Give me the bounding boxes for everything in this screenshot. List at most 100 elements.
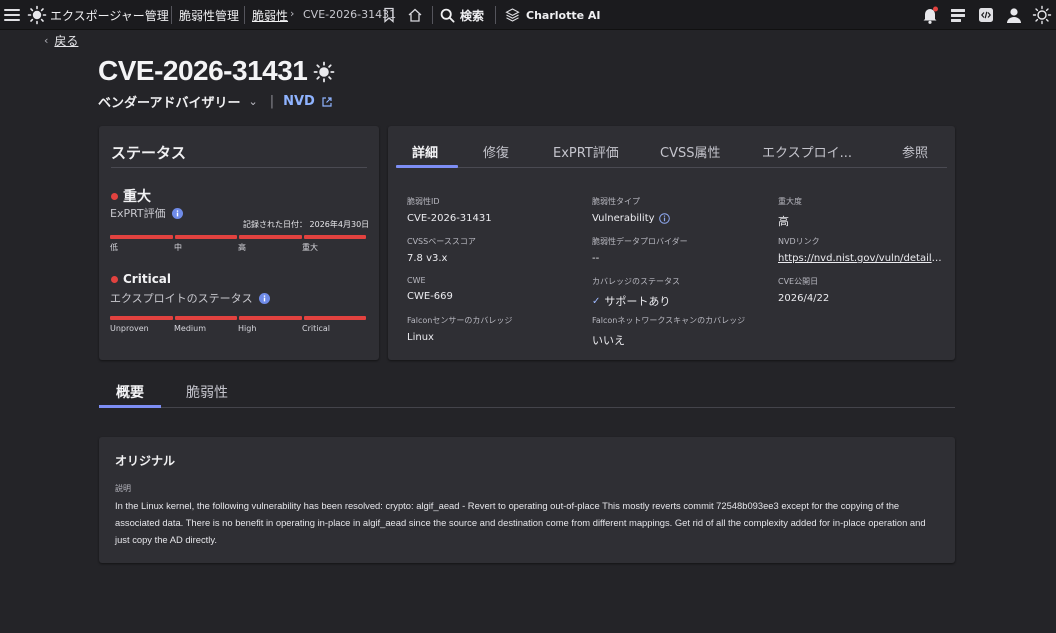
scale-label: 低 [110,243,118,252]
app-title[interactable]: エクスポージャー管理 [50,7,169,24]
chevron-down-icon[interactable]: ⌄ [248,95,257,108]
tab-references[interactable]: 参照 [902,142,928,161]
bar-segment [174,316,237,320]
field-label: カバレッジのステータス [592,277,680,286]
hamburger-menu-icon[interactable] [4,6,20,24]
nvd-detail-link[interactable]: https://nvd.nist.gov/vuln/detail/CVE-... [778,253,944,264]
field-vuln-id: 脆弱性ID CVE-2026-31431 [407,196,492,224]
field-value: 2026/4/22 [778,293,830,304]
field-network-coverage: Falconネットワークスキャンのカバレッジ いいえ [592,315,745,348]
exprt-label: ExPRT評価 [110,207,166,220]
field-label: 脆弱性ID [407,197,440,206]
info-icon[interactable] [658,213,670,224]
severity-dot-icon [111,192,118,200]
search-icon [440,8,455,23]
field-vuln-type: 脆弱性タイプ Vulnerability [592,196,670,224]
developer-code-icon[interactable] [976,5,996,25]
tab-details[interactable]: 詳細 [412,142,438,161]
user-profile-icon[interactable] [1004,5,1024,25]
breadcrumb-vulnerabilities[interactable]: 脆弱性 [252,7,288,24]
vendor-advisory-dropdown[interactable]: ベンダーアドバイザリー [98,92,240,111]
exploit-severity-label: Critical [123,272,172,286]
field-value: 高 [778,215,789,228]
field-coverage-status: カバレッジのステータス ✓ サポートあり [592,276,680,309]
home-icon[interactable] [407,7,423,23]
field-value: CVE-2026-31431 [407,213,492,224]
divider [495,6,496,24]
field-value-row: https://nvd.nist.gov/vuln/detail/CVE-... [778,253,944,264]
back-label[interactable]: 戻る [54,32,78,49]
tab-cvss-attributes[interactable]: CVSS属性 [660,142,720,161]
separator: | [269,94,275,109]
info-icon[interactable] [171,207,183,219]
tab-remediation[interactable]: 修復 [483,142,509,161]
exprt-label-row: ExPRT評価 [110,205,183,221]
scale-label: 重大 [302,243,318,252]
page-title: CVE-2026-31431 [98,55,308,86]
divider [244,6,245,24]
bookmark-icon[interactable] [382,7,396,23]
scale-label: Medium [174,324,206,333]
field-value: サポートあり [604,295,671,308]
nvd-link[interactable]: NVD [283,94,315,109]
original-heading: オリジナル [115,454,176,468]
field-cwe: CWE CWE-669 [407,276,453,302]
field-label: Falconセンサーのカバレッジ [407,316,513,325]
field-value: Vulnerability [592,213,655,224]
field-cvss-score: CVSSベーススコア 7.8 v3.x [407,236,476,264]
original-card: オリジナル 説明 In the Linux kernel, the follow… [99,437,955,563]
charlotte-ai-icon [505,7,520,22]
sun-logo-icon[interactable] [27,5,47,25]
bar-segment [303,316,366,320]
status-card: ステータス 重大 ExPRT評価 記録された日付： 2026年4月30日 低 中… [99,126,379,360]
field-label: 脆弱性タイプ [592,197,640,206]
field-value: いいえ [592,334,625,347]
theme-sun-icon[interactable] [1032,5,1052,25]
field-data-provider: 脆弱性データプロバイダー -- [592,236,688,264]
divider [99,407,955,408]
bar-segment [303,235,366,239]
tab-exploits[interactable]: エクスプロイ... [762,142,852,161]
bar-segment [110,316,173,320]
divider [432,6,433,24]
exprt-scale-labels: 低 中 高 重大 [110,242,366,253]
stack-icon[interactable] [948,5,968,25]
exploit-scale-labels: Unproven Medium High Critical [110,324,366,333]
exploit-severity: Critical [111,272,171,286]
active-tab-indicator [99,405,161,408]
charlotte-ai-label: Charlotte AI [526,8,601,22]
description-text: In the Linux kernel, the following vulne… [115,500,926,545]
chevron-left-icon: ‹ [44,34,49,47]
scale-label: High [238,324,257,333]
divider [396,167,947,168]
tab-exprt-rating[interactable]: ExPRT評価 [553,142,619,161]
status-heading: ステータス [111,144,187,162]
tab-vulnerability[interactable]: 脆弱性 [186,382,228,402]
field-published-date: CVE公開日 2026/4/22 [778,276,829,304]
search-button[interactable]: 検索 [440,5,484,25]
info-icon[interactable] [258,292,270,304]
exploit-label: エクスプロイトのステータス [110,292,253,305]
back-link[interactable]: ‹ 戻る [44,32,78,49]
search-label: 検索 [460,8,485,23]
description-label: 説明 [115,484,131,493]
charlotte-ai-button[interactable]: Charlotte AI [505,5,601,25]
field-value-row: Vulnerability [592,213,670,224]
external-link-icon[interactable] [321,96,333,108]
sun-status-icon [313,61,335,83]
field-value: CWE-669 [407,291,453,302]
field-label: Falconネットワークスキャンのカバレッジ [592,316,746,325]
details-card: 詳細 修復 ExPRT評価 CVSS属性 エクスプロイ... 参照 脆弱性ID … [388,126,955,360]
field-label: CVE公開日 [778,277,819,286]
bell-notification-icon[interactable] [920,5,940,25]
bar-segment [110,235,173,239]
breadcrumb-vuln-management[interactable]: 脆弱性管理 [179,7,239,24]
tab-overview[interactable]: 概要 [116,382,144,402]
field-value-row: ✓ サポートあり [592,293,680,309]
scale-label: Critical [302,324,330,333]
source-row: ベンダーアドバイザリー ⌄ | NVD [98,92,333,111]
field-nvd-link: NVDリンク https://nvd.nist.gov/vuln/detail/… [778,236,944,264]
divider [111,167,367,168]
severity-dot-icon [111,275,118,283]
exploit-status-bar [110,316,366,320]
